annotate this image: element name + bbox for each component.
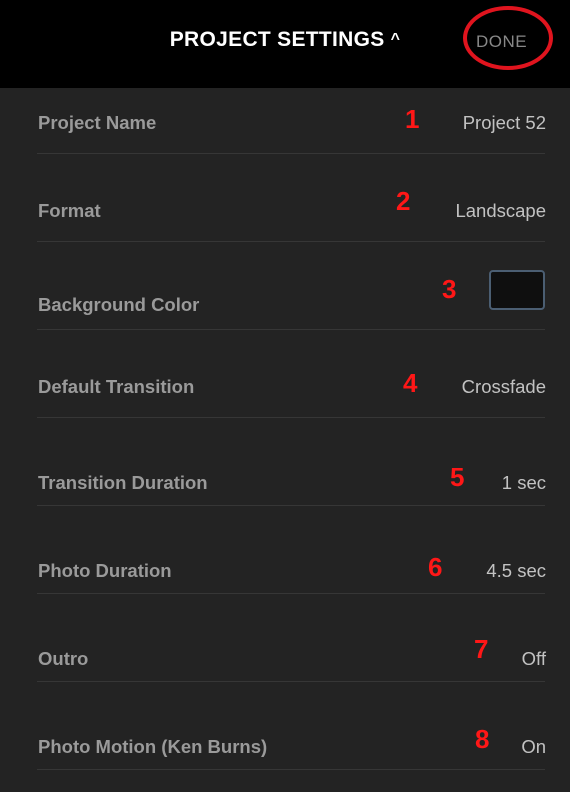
setting-label: Outro [38, 648, 89, 669]
setting-value: Off [521, 648, 546, 669]
setting-row-background-color[interactable]: Background Color 3 [0, 264, 570, 352]
setting-label: Background Color [38, 294, 200, 315]
header-bar: PROJECT SETTINGS ^ DONE [0, 0, 570, 88]
setting-row-project-name[interactable]: Project Name 1 Project 52 [0, 88, 570, 176]
settings-list: Project Name 1 Project 52 Format 2 Lands… [0, 88, 570, 792]
setting-label: Photo Motion (Ken Burns) [38, 736, 268, 757]
setting-row-photo-motion[interactable]: Photo Motion (Ken Burns) 8 On [0, 704, 570, 792]
setting-row-photo-duration[interactable]: Photo Duration 6 4.5 sec [0, 528, 570, 616]
setting-value: Project 52 [462, 112, 546, 133]
setting-label: Photo Duration [38, 560, 172, 581]
setting-value: 4.5 sec [486, 560, 546, 581]
setting-value: On [521, 736, 546, 757]
done-button[interactable]: DONE [476, 32, 527, 52]
annotation-number: 1 [405, 104, 420, 134]
setting-row-outro[interactable]: Outro 7 Off [0, 616, 570, 704]
setting-row-format[interactable]: Format 2 Landscape [0, 176, 570, 264]
setting-value: Landscape [455, 200, 546, 221]
setting-value: 1 sec [501, 472, 546, 493]
background-color-swatch[interactable] [489, 270, 545, 310]
chevron-up-icon: ^ [390, 31, 401, 48]
annotation-number: 2 [396, 186, 411, 216]
setting-label: Format [38, 200, 101, 221]
setting-label: Transition Duration [38, 472, 208, 493]
setting-label: Default Transition [38, 376, 195, 397]
annotation-number: 3 [442, 274, 457, 304]
setting-row-default-transition[interactable]: Default Transition 4 Crossfade [0, 352, 570, 440]
setting-row-transition-duration[interactable]: Transition Duration 5 1 sec [0, 440, 570, 528]
header-title: PROJECT SETTINGS [169, 28, 385, 51]
annotation-number: 8 [475, 724, 490, 754]
annotation-number: 6 [428, 552, 443, 582]
annotation-number: 7 [474, 634, 489, 664]
annotation-number: 4 [403, 368, 418, 398]
setting-value: Crossfade [461, 376, 546, 397]
setting-label: Project Name [38, 112, 157, 133]
annotation-number: 5 [450, 462, 465, 492]
